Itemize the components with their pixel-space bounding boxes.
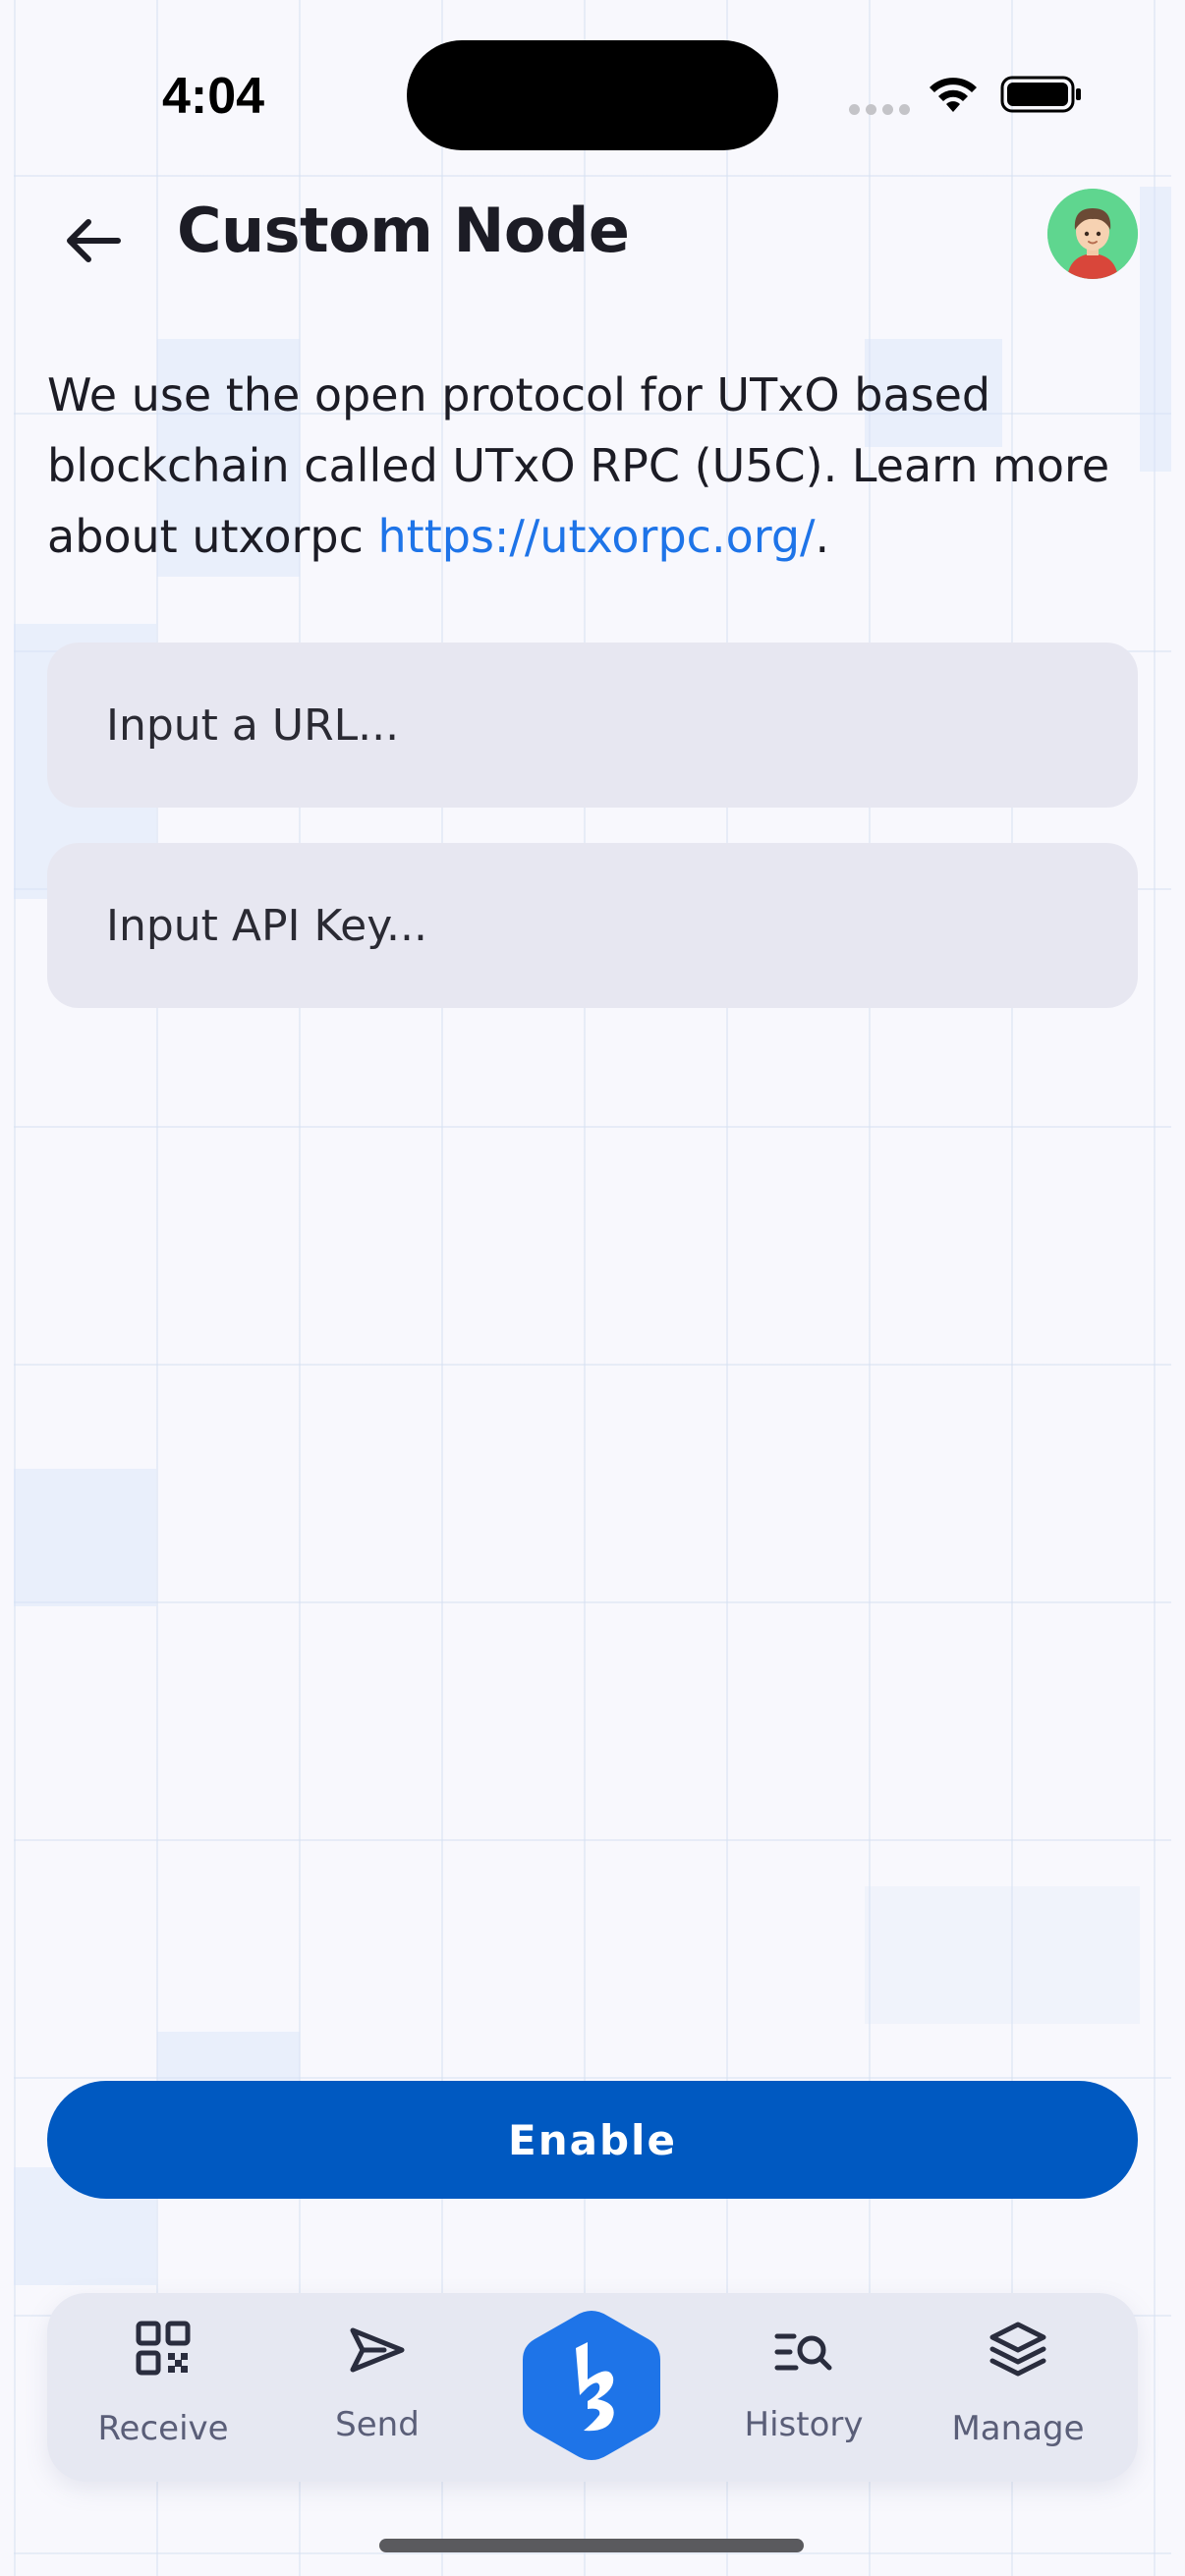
nav-label-send: Send	[335, 2405, 420, 2444]
nav-receive[interactable]: Receive	[65, 2293, 261, 2482]
nav-label-history: History	[744, 2405, 864, 2444]
home-indicator[interactable]	[379, 2539, 804, 2552]
status-time: 4:04	[162, 68, 265, 125]
qr-code-icon	[136, 2321, 191, 2376]
app-logo-icon	[523, 2311, 660, 2460]
cellular-signal-icon	[849, 104, 910, 115]
layers-icon	[989, 2322, 1046, 2377]
nav-send[interactable]: Send	[279, 2293, 476, 2482]
background-tile	[865, 1886, 1140, 2024]
nav-history[interactable]: History	[705, 2293, 902, 2482]
home-logo-button[interactable]	[519, 2307, 664, 2464]
send-icon	[350, 2327, 405, 2373]
back-arrow-icon[interactable]	[61, 208, 126, 273]
user-avatar[interactable]	[1047, 189, 1138, 279]
history-search-icon	[774, 2333, 832, 2371]
nav-manage[interactable]: Manage	[920, 2293, 1116, 2482]
wifi-icon	[930, 78, 977, 112]
background-tile	[14, 1469, 156, 1606]
dynamic-island	[407, 40, 778, 150]
enable-button[interactable]: Enable	[47, 2081, 1138, 2199]
battery-icon	[1000, 76, 1081, 113]
api-key-input[interactable]	[47, 843, 1138, 1008]
page-title: Custom Node	[177, 195, 630, 266]
url-input[interactable]	[47, 643, 1138, 808]
background-tile	[157, 2032, 300, 2081]
description-suffix: .	[815, 510, 830, 563]
protocol-description: We use the open protocol for UTxO based …	[47, 360, 1148, 572]
nav-label-manage: Manage	[951, 2409, 1085, 2448]
utxorpc-link[interactable]: https://utxorpc.org/	[378, 510, 816, 563]
bottom-navigation: Receive Send History Manage	[47, 2293, 1138, 2482]
nav-label-receive: Receive	[97, 2409, 229, 2448]
avatar-illustration-icon	[1047, 189, 1138, 279]
